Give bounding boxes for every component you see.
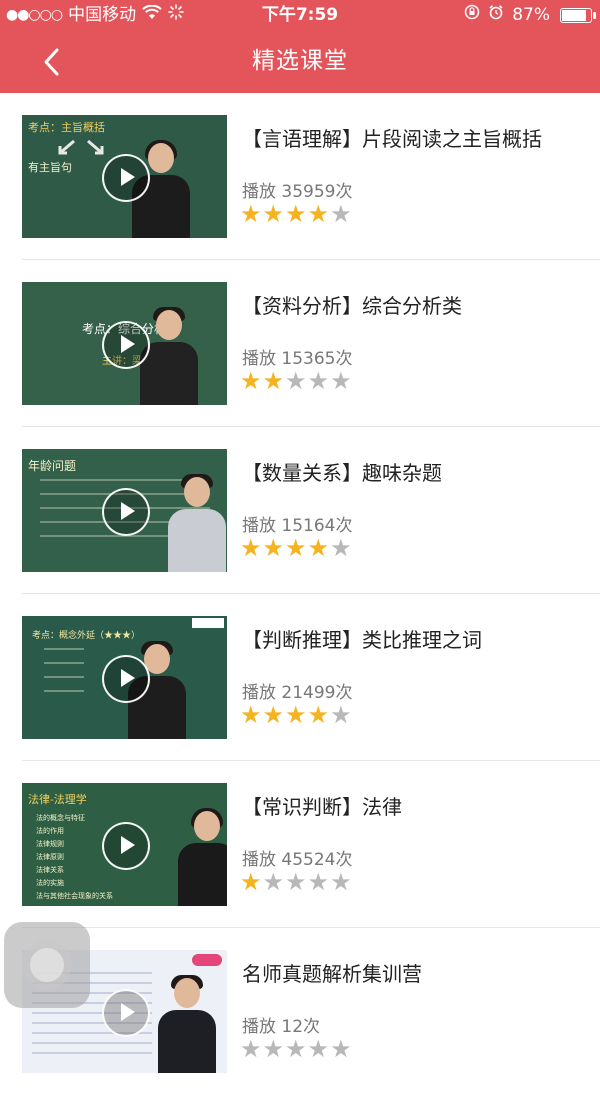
course-item[interactable]: 考点：综合分析类 主讲：梁毅 【资料分析】综合分析类 播放 15365次 ★ ★ ★… <box>0 260 600 427</box>
play-count: 播放 45524次 <box>242 850 353 870</box>
star-filled-icon: ★ <box>307 701 330 729</box>
board-text: 法律关系 <box>36 866 64 874</box>
logo-badge <box>192 618 224 628</box>
page-title: 精选课堂 <box>252 48 348 74</box>
video-thumbnail[interactable]: 年龄问题 <box>22 449 227 572</box>
play-button[interactable] <box>102 989 150 1037</box>
star-empty-icon: ★ <box>285 868 307 896</box>
board-text: 有主旨句 <box>28 161 72 174</box>
star-empty-icon: ★ <box>330 1035 352 1063</box>
app-header: ●●○○○ 中国移动 下午7:59 87% 精选课堂 <box>0 0 600 93</box>
logo-badge <box>192 954 222 966</box>
course-title[interactable]: 【言语理解】片段阅读之主旨概括 <box>242 123 542 152</box>
video-thumbnail[interactable]: 法律-法理学 法的概念与特征 法的作用 法律规则 法律原则 法律关系 法的实施 … <box>22 783 227 906</box>
course-item[interactable]: 年龄问题 【数量关系】趣味杂题 播放 15164次 ★ ★ ★ ★ ★ <box>0 427 600 594</box>
star-empty-icon: ★ <box>307 868 330 896</box>
star-filled-icon: ★ <box>240 367 262 395</box>
rotation-lock-icon <box>464 0 480 30</box>
course-title[interactable]: 【判断推理】类比推理之词 <box>242 624 482 653</box>
instructor-figure <box>162 474 227 572</box>
rating-stars: ★ ★ ★ ★ ★ <box>240 535 352 561</box>
course-title[interactable]: 【数量关系】趣味杂题 <box>242 457 442 486</box>
play-button[interactable] <box>102 488 150 536</box>
alarm-icon <box>488 0 504 30</box>
play-count: 播放 15164次 <box>242 516 353 536</box>
star-filled-icon: ★ <box>240 868 262 896</box>
course-item[interactable]: 法律-法理学 法的概念与特征 法的作用 法律规则 法律原则 法律关系 法的实施 … <box>0 761 600 928</box>
star-filled-icon: ★ <box>262 701 285 729</box>
instructor-figure <box>152 975 222 1073</box>
board-text: 年龄问题 <box>28 459 77 473</box>
board-text: 考点：主旨概括 <box>28 121 105 134</box>
course-title[interactable]: 名师真题解析集训营 <box>242 958 422 987</box>
star-filled-icon: ★ <box>240 200 262 228</box>
board-text: 法律规则 <box>36 840 64 848</box>
star-filled-icon: ★ <box>285 701 307 729</box>
navigation-bar: 精选课堂 <box>0 30 600 93</box>
star-empty-icon: ★ <box>240 1035 262 1063</box>
board-text: 法律原则 <box>36 853 64 861</box>
board-lines <box>44 648 84 650</box>
star-filled-icon: ★ <box>285 534 307 562</box>
rating-stars: ★ ★ ★ ★ ★ <box>240 1036 352 1062</box>
play-count: 播放 21499次 <box>242 683 353 703</box>
course-item[interactable]: 名师真题解析集训营 播放 12次 ★ ★ ★ ★ ★ <box>0 928 600 1095</box>
play-count: 播放 35959次 <box>242 182 353 202</box>
star-empty-icon: ★ <box>330 868 352 896</box>
course-title[interactable]: 【资料分析】综合分析类 <box>242 290 462 319</box>
star-empty-icon: ★ <box>330 200 352 228</box>
assistive-touch-button[interactable] <box>4 922 90 1008</box>
star-empty-icon: ★ <box>285 1035 307 1063</box>
battery-percent: 87% <box>512 5 550 25</box>
rating-stars: ★ ★ ★ ★ ★ <box>240 869 352 895</box>
star-filled-icon: ★ <box>285 200 307 228</box>
play-button[interactable] <box>102 321 150 369</box>
star-filled-icon: ★ <box>240 701 262 729</box>
star-empty-icon: ★ <box>262 868 285 896</box>
rating-stars: ★ ★ ★ ★ ★ <box>240 201 352 227</box>
course-item[interactable]: 考点：概念外延（★★★） 【判断推理】类比推理之词 播放 21499次 ★ ★ ★ ★… <box>0 594 600 761</box>
board-text: 法的概念与特征 <box>36 814 85 822</box>
star-empty-icon: ★ <box>330 534 352 562</box>
battery-icon <box>560 7 596 23</box>
course-item[interactable]: 考点：主旨概括 有主旨句 【言语理解】片段阅读之主旨概括 播放 35959次 ★… <box>0 93 600 260</box>
play-count: 播放 12次 <box>242 1017 321 1037</box>
star-filled-icon: ★ <box>262 534 285 562</box>
board-text: 法律-法理学 <box>28 793 87 806</box>
instructor-figure <box>172 808 227 906</box>
star-empty-icon: ★ <box>262 1035 285 1063</box>
star-empty-icon: ★ <box>330 701 352 729</box>
star-filled-icon: ★ <box>262 367 285 395</box>
arrows-graphic <box>58 139 104 155</box>
play-count: 播放 15365次 <box>242 349 353 369</box>
star-empty-icon: ★ <box>285 367 307 395</box>
star-filled-icon: ★ <box>307 200 330 228</box>
play-button[interactable] <box>102 154 150 202</box>
star-empty-icon: ★ <box>307 1035 330 1063</box>
board-text: 考点：概念外延（★★★） <box>32 631 141 641</box>
board-text: 法的作用 <box>36 827 64 835</box>
star-filled-icon: ★ <box>262 200 285 228</box>
star-filled-icon: ★ <box>307 534 330 562</box>
video-thumbnail[interactable]: 考点：概念外延（★★★） <box>22 616 227 739</box>
star-empty-icon: ★ <box>307 367 330 395</box>
rating-stars: ★ ★ ★ ★ ★ <box>240 702 352 728</box>
play-button[interactable] <box>102 822 150 870</box>
board-text: 法与其他社会现象的关系 <box>36 892 113 900</box>
video-thumbnail[interactable]: 考点：综合分析类 主讲：梁毅 <box>22 282 227 405</box>
rating-stars: ★ ★ ★ ★ ★ <box>240 368 352 394</box>
board-text: 法的实施 <box>36 879 64 887</box>
star-filled-icon: ★ <box>240 534 262 562</box>
video-thumbnail[interactable]: 考点：主旨概括 有主旨句 <box>22 115 227 238</box>
play-button[interactable] <box>102 655 150 703</box>
star-empty-icon: ★ <box>330 367 352 395</box>
status-bar: ●●○○○ 中国移动 下午7:59 87% <box>0 0 600 30</box>
course-title[interactable]: 【常识判断】法律 <box>242 791 402 820</box>
